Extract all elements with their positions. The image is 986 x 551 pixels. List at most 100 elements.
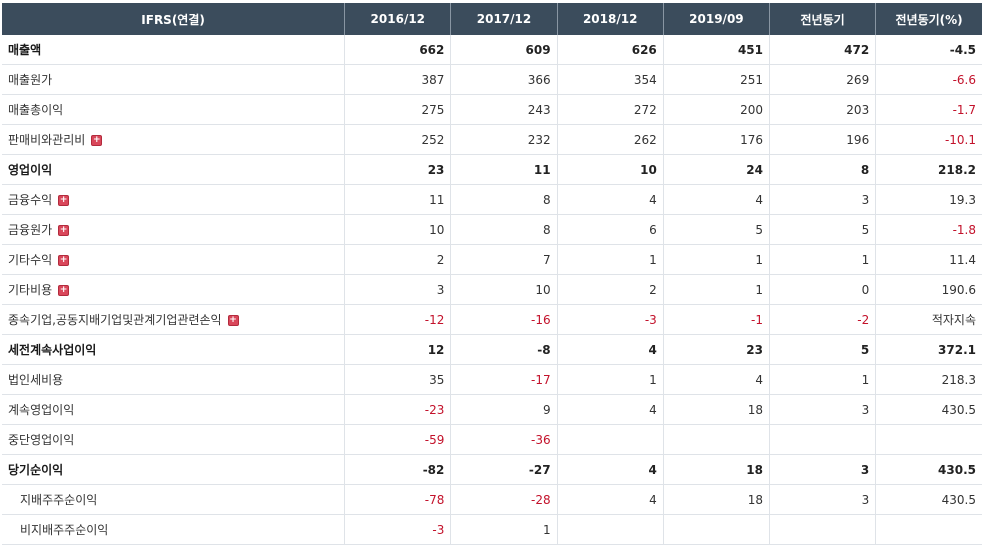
value-cell: -1.7	[875, 94, 982, 125]
header-ifrs: IFRS(연결)	[2, 3, 346, 35]
value-cell: 243	[450, 94, 558, 125]
value-cell: -4.5	[875, 35, 982, 65]
value-cell: -1.8	[875, 214, 982, 245]
value-cell: 0	[769, 274, 877, 305]
header-2017-12: 2017/12	[450, 3, 558, 35]
value-cell: 1	[663, 274, 771, 305]
table-row[interactable]: 판매비와관리비 +252 232 262 176 196 -10.1	[2, 124, 982, 155]
value-cell: 4	[557, 484, 664, 515]
value-cell: 4	[557, 454, 664, 485]
value-cell: 430.5	[875, 454, 982, 485]
value-cell	[769, 424, 877, 455]
value-cell: 4	[557, 334, 664, 365]
value-cell	[663, 514, 771, 545]
value-cell: 269	[769, 64, 877, 95]
value-cell	[875, 514, 982, 545]
value-cell: -3	[557, 304, 664, 335]
table-row[interactable]: 금융수익 +11 8 4 4 3 19.3	[2, 184, 982, 215]
value-cell: 3	[769, 454, 877, 485]
value-cell: 451	[663, 35, 771, 65]
value-cell: 18	[663, 454, 771, 485]
value-cell: 354	[557, 64, 664, 95]
table-row: 매출총이익 275 243 272 200 203 -1.7	[2, 94, 982, 125]
value-cell: 6	[557, 214, 664, 245]
row-label: 비지배주주순이익	[20, 523, 109, 537]
row-label: 종속기업,공동지배기업및관계기업관련손익	[8, 313, 222, 327]
value-cell: -12	[344, 304, 452, 335]
row-label-cell: 법인세비용	[2, 364, 346, 395]
value-cell: -27	[450, 454, 558, 485]
expand-plus-icon[interactable]: +	[58, 225, 70, 236]
value-cell: 1	[769, 244, 877, 275]
row-label-cell: 매출원가	[2, 64, 346, 95]
table-row[interactable]: 금융원가 +10 8 6 5 5 -1.8	[2, 214, 982, 245]
expand-plus-icon[interactable]: +	[58, 255, 70, 266]
row-label-cell: 매출총이익	[2, 94, 346, 125]
income-statement-table: IFRS(연결) 2016/12 2017/12 2018/12 2019/09…	[2, 3, 982, 545]
expand-plus-icon[interactable]: +	[227, 315, 239, 326]
expand-plus-icon[interactable]: +	[58, 285, 70, 296]
row-label: 기타비용	[8, 283, 53, 297]
expand-plus-icon[interactable]: +	[58, 195, 70, 206]
value-cell: 7	[450, 244, 558, 275]
value-cell: 196	[769, 124, 877, 155]
value-cell	[769, 514, 877, 545]
value-cell: -23	[344, 394, 452, 425]
value-cell: -17	[450, 364, 558, 395]
value-cell: 387	[344, 64, 452, 95]
header-prev-period: 전년동기	[769, 3, 877, 35]
value-cell: -3	[344, 514, 452, 545]
table-row[interactable]: 종속기업,공동지배기업및관계기업관련손익 + -12 -16 -3 -1 -2 적자지속	[2, 304, 982, 335]
value-cell: 252	[344, 124, 452, 155]
value-cell	[557, 424, 664, 455]
value-cell: 232	[450, 124, 558, 155]
value-cell: 4	[557, 394, 664, 425]
value-cell: 626	[557, 35, 664, 65]
row-label: 매출총이익	[8, 103, 64, 117]
header-2019-09: 2019/09	[663, 3, 771, 35]
value-cell: 3	[769, 394, 877, 425]
value-cell: 18	[663, 394, 771, 425]
value-cell: 2	[344, 244, 452, 275]
value-cell: 18	[663, 484, 771, 515]
row-label: 매출액	[8, 43, 42, 57]
value-cell: 472	[769, 35, 877, 65]
table-row[interactable]: 기타비용 +3 10 2 1 0 190.6	[2, 274, 982, 305]
value-cell: 5	[769, 334, 877, 365]
table-row[interactable]: 기타수익 +2 7 1 1 1 11.4	[2, 244, 982, 275]
table-row: 법인세비용 35 -17 1 4 1 218.3	[2, 364, 982, 395]
value-cell: 적자지속	[875, 304, 982, 335]
value-cell: 19.3	[875, 184, 982, 215]
table-row: 세전계속사업이익 12 -8 4 23 5 372.1	[2, 334, 982, 365]
value-cell: 2	[557, 274, 664, 305]
row-label: 금융수익	[8, 193, 53, 207]
table-row: 비지배주주순이익 -3 1	[2, 514, 982, 545]
value-cell: 35	[344, 364, 452, 395]
value-cell: 176	[663, 124, 771, 155]
row-label: 매출원가	[8, 73, 53, 87]
row-label: 금융원가	[8, 223, 53, 237]
value-cell: -2	[769, 304, 877, 335]
value-cell: 366	[450, 64, 558, 95]
row-label: 영업이익	[8, 163, 53, 177]
expand-plus-icon[interactable]: +	[91, 135, 103, 146]
row-label: 기타수익	[8, 253, 53, 267]
financial-table-container: IFRS(연결) 2016/12 2017/12 2018/12 2019/09…	[2, 3, 982, 545]
value-cell: 430.5	[875, 394, 982, 425]
value-cell: 10	[450, 274, 558, 305]
value-cell: 9	[450, 394, 558, 425]
value-cell: 5	[663, 214, 771, 245]
table-row: 영업이익 23 11 10 24 8 218.2	[2, 154, 982, 185]
value-cell: -36	[450, 424, 558, 455]
row-label-cell: 기타수익 +	[2, 244, 346, 275]
row-label-cell: 기타비용 +	[2, 274, 346, 305]
row-label: 지배주주순이익	[20, 493, 98, 507]
value-cell: 272	[557, 94, 664, 125]
value-cell: 23	[344, 154, 452, 185]
header-prev-period-pct: 전년동기(%)	[875, 3, 982, 35]
value-cell: -78	[344, 484, 452, 515]
table-row: 당기순이익 -82 -27 4 18 3 430.5	[2, 454, 982, 485]
value-cell: 1	[663, 244, 771, 275]
value-cell: 4	[663, 184, 771, 215]
value-cell: 1	[557, 364, 664, 395]
